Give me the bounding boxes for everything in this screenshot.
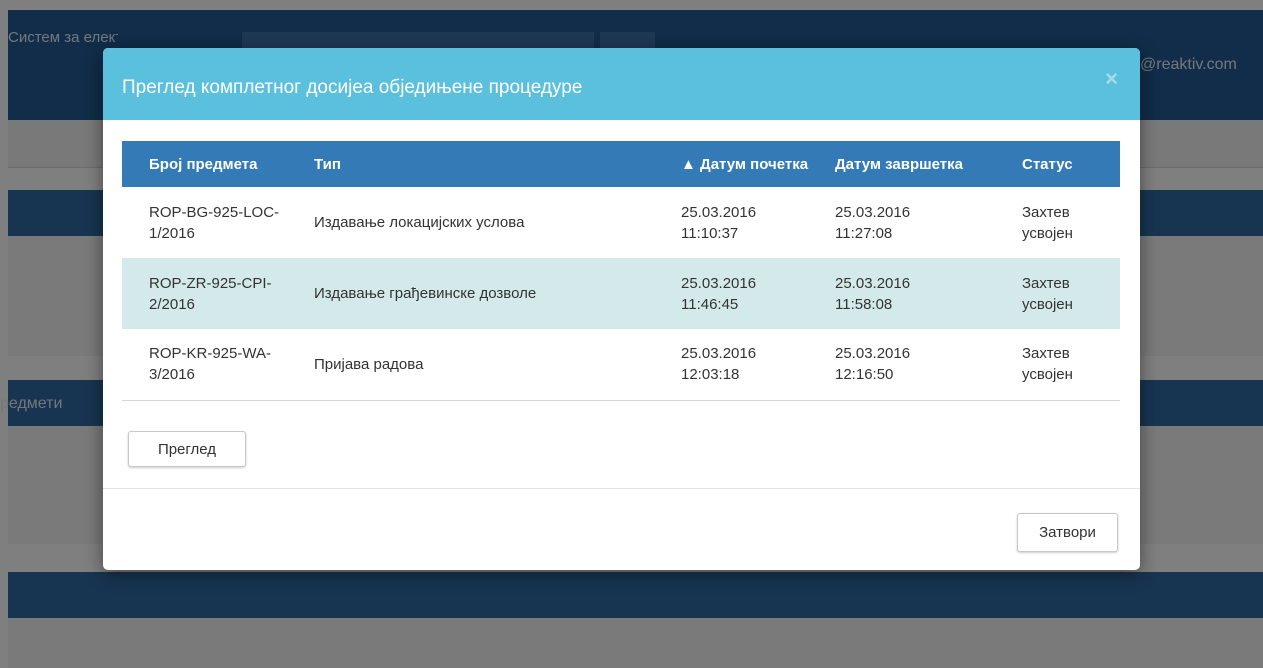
case-status: Захтев усвојен bbox=[1022, 203, 1073, 242]
column-header-end-date[interactable]: Датум завршетка bbox=[827, 141, 1014, 187]
case-status: Захтев усвојен bbox=[1022, 345, 1073, 384]
end-date: 25.03.2016 bbox=[835, 345, 911, 363]
end-datetime: 25.03.2016 11:58:08 bbox=[827, 258, 1014, 329]
case-type: Пријава радова bbox=[314, 355, 424, 373]
end-datetime: 25.03.2016 12:16:50 bbox=[827, 329, 1014, 400]
end-datetime: 25.03.2016 11:27:08 bbox=[827, 187, 1014, 258]
start-time: 12:03:18 bbox=[681, 366, 740, 384]
start-time: 11:10:37 bbox=[681, 224, 739, 242]
end-date: 25.03.2016 bbox=[835, 274, 911, 292]
modal-title: Преглед комплетног досијеа обједињене пр… bbox=[122, 77, 583, 98]
end-time: 12:16:50 bbox=[835, 366, 894, 384]
column-header-number[interactable]: Број предмета bbox=[122, 141, 297, 187]
table-row[interactable]: ROP-KR-925-WA-3/2016 Пријава радова 25.0… bbox=[122, 329, 1120, 400]
case-number: ROP-ZR-925-CPI-2/2016 bbox=[122, 258, 297, 329]
end-time: 11:27:08 bbox=[835, 224, 893, 242]
column-header-status[interactable]: Статус bbox=[1014, 141, 1120, 187]
column-header-start-date[interactable]: ▲ Датум почетка bbox=[652, 141, 827, 187]
case-number: ROP-KR-925-WA-3/2016 bbox=[149, 345, 271, 384]
table-header-row: Број предмета Тип ▲ Датум почетка Датум … bbox=[122, 141, 1120, 187]
view-button[interactable]: Преглед bbox=[128, 431, 246, 467]
case-type: Издавање грађевинске дозволе bbox=[297, 258, 652, 329]
modal-body: Број предмета Тип ▲ Датум почетка Датум … bbox=[103, 120, 1140, 488]
start-datetime: 25.03.2016 11:46:45 bbox=[652, 258, 827, 329]
modal-header: Преглед комплетног досијеа обједињене пр… bbox=[103, 48, 1140, 120]
dossier-table: Број предмета Тип ▲ Датум почетка Датум … bbox=[122, 141, 1120, 401]
case-type: Издавање локацијских услова bbox=[314, 214, 525, 231]
column-header-type[interactable]: Тип bbox=[297, 141, 652, 187]
end-time: 11:58:08 bbox=[835, 295, 893, 313]
close-icon[interactable]: × bbox=[1105, 66, 1118, 92]
start-date: 25.03.2016 bbox=[681, 203, 757, 221]
table-row-selected[interactable]: ROP-ZR-925-CPI-2/2016 Издавање грађевинс… bbox=[122, 258, 1120, 329]
table-row[interactable]: ROP-BG-925-LOC-1/2016 Издавање локацијск… bbox=[122, 187, 1120, 258]
start-datetime: 25.03.2016 11:10:37 bbox=[652, 187, 827, 258]
dossier-modal: Преглед комплетног досијеа обједињене пр… bbox=[103, 48, 1140, 570]
case-status: Захтев усвојен bbox=[1014, 258, 1120, 329]
start-time: 11:46:45 bbox=[681, 295, 739, 313]
end-date: 25.03.2016 bbox=[835, 203, 911, 221]
case-number: ROP-BG-925-LOC-1/2016 bbox=[149, 203, 280, 242]
start-date: 25.03.2016 bbox=[681, 345, 757, 363]
close-button[interactable]: Затвори bbox=[1017, 513, 1118, 552]
start-date: 25.03.2016 bbox=[681, 274, 757, 292]
modal-footer: Затвори bbox=[103, 488, 1140, 570]
start-datetime: 25.03.2016 12:03:18 bbox=[652, 329, 827, 400]
